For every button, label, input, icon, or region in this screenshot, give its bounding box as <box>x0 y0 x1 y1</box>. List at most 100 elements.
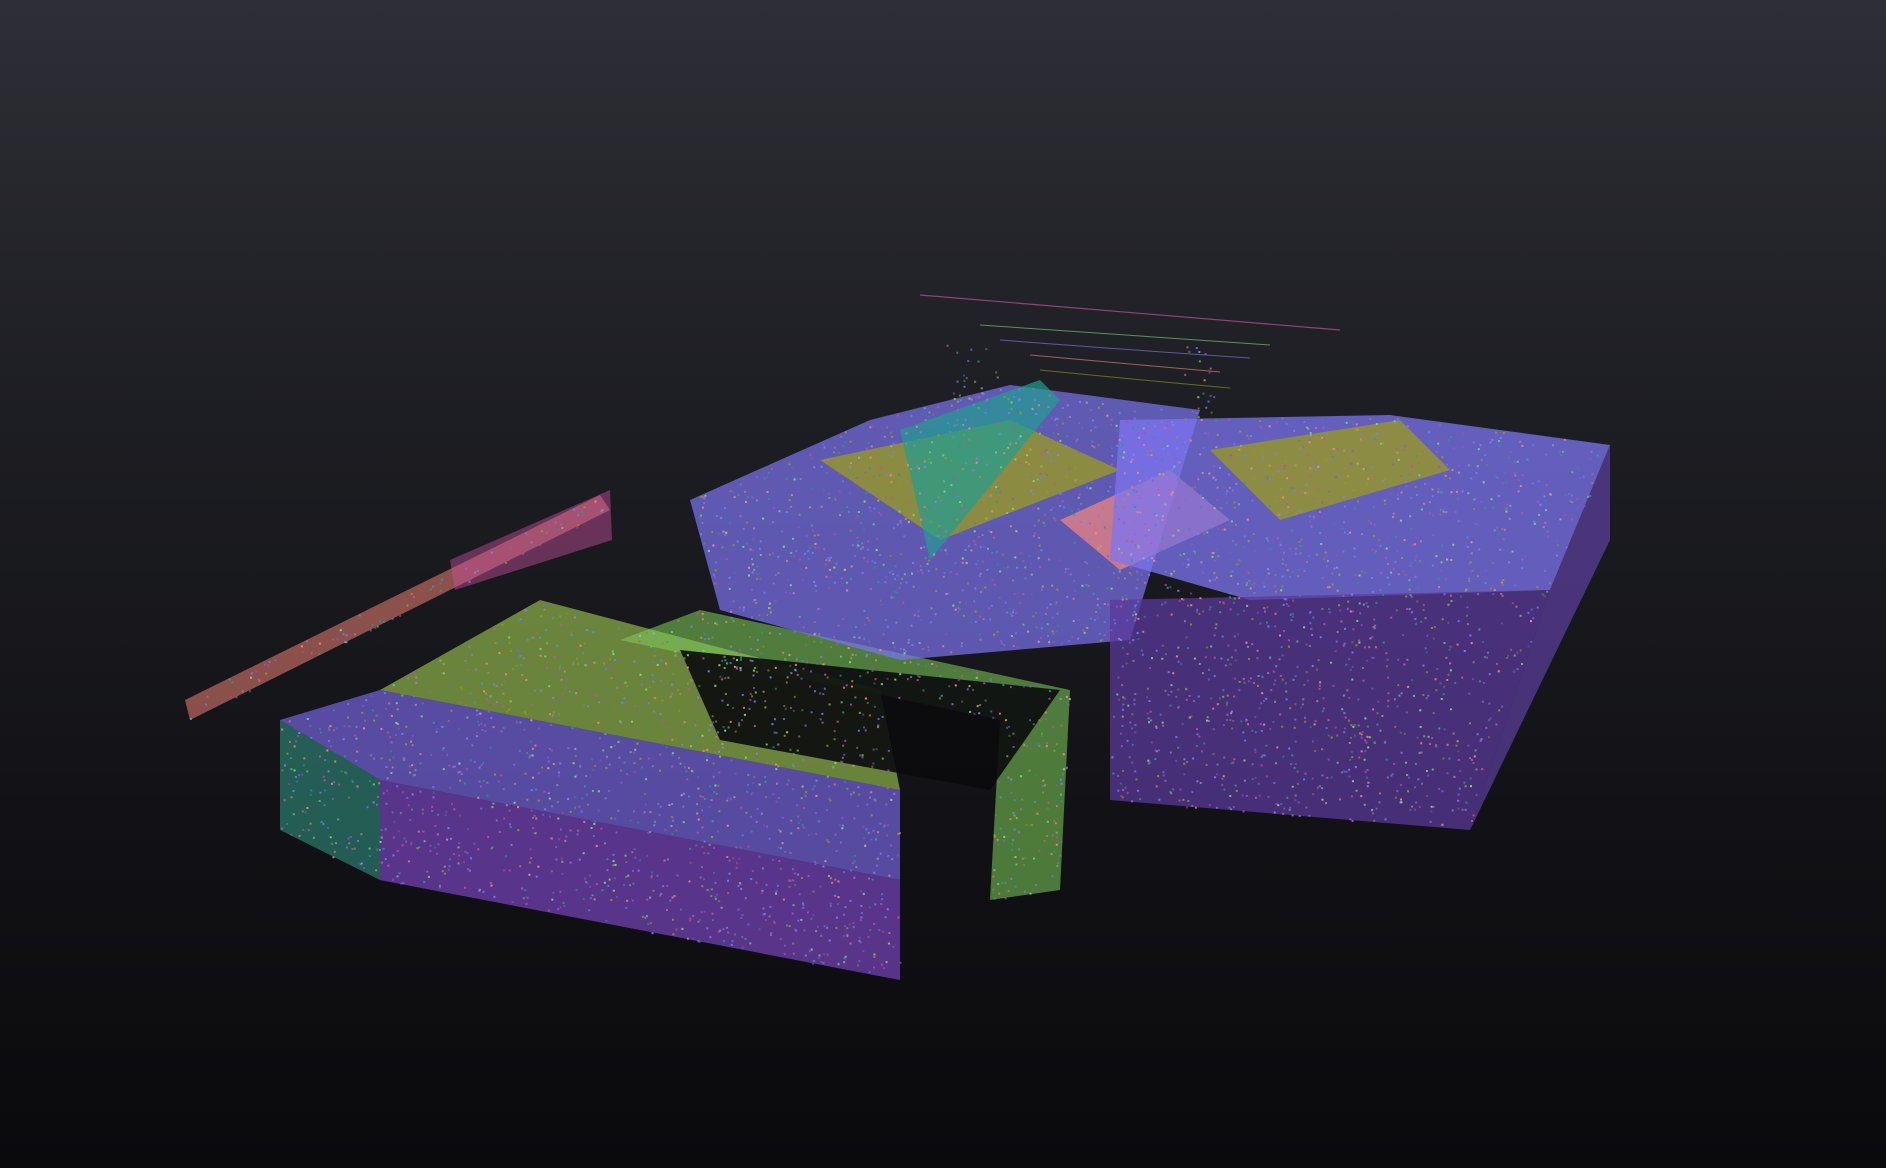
cloud-point <box>1357 724 1360 727</box>
cloud-point <box>1213 507 1216 510</box>
cloud-point <box>1509 504 1512 507</box>
cloud-point <box>919 565 922 568</box>
cloud-point <box>701 795 704 798</box>
cloud-point <box>595 883 598 886</box>
cloud-point <box>1365 482 1368 485</box>
cloud-point <box>1210 411 1213 414</box>
cloud-point <box>833 581 836 584</box>
cloud-point <box>574 747 577 750</box>
cloud-point <box>813 633 816 636</box>
cloud-point <box>429 844 432 847</box>
cloud-point <box>1006 755 1009 758</box>
cloud-point <box>547 760 550 763</box>
cloud-point <box>558 713 560 715</box>
cloud-point <box>1309 610 1312 613</box>
cloud-point <box>1013 395 1016 398</box>
cloud-point <box>293 745 296 748</box>
cloud-point <box>1116 428 1118 431</box>
cloud-point <box>1350 462 1353 465</box>
cloud-point <box>1012 732 1015 735</box>
cloud-point <box>784 658 787 661</box>
cloud-point <box>1229 592 1232 595</box>
cloud-point <box>774 718 776 721</box>
cloud-point <box>1416 494 1419 496</box>
cloud-point <box>1048 394 1051 397</box>
cloud-point <box>974 587 977 590</box>
cloud-point <box>419 762 422 765</box>
cloud-point <box>651 932 654 935</box>
cloud-point <box>629 819 632 822</box>
cloud-point <box>1175 499 1177 502</box>
cloud-point <box>1285 564 1287 567</box>
cloud-point <box>668 726 671 729</box>
cloud-point <box>505 710 508 713</box>
cloud-point <box>330 842 333 845</box>
cloud-point <box>1170 684 1173 687</box>
cloud-point <box>1323 557 1326 560</box>
cloud-point <box>916 570 919 573</box>
cloud-point <box>930 461 932 464</box>
cloud-point <box>1311 777 1314 780</box>
3d-viewport[interactable] <box>0 0 1886 1168</box>
cloud-point <box>836 643 839 646</box>
cloud-point <box>1161 644 1164 647</box>
cloud-point <box>1257 782 1260 785</box>
cloud-point <box>1002 684 1005 687</box>
cloud-point <box>524 713 527 715</box>
cloud-point <box>1342 644 1345 647</box>
cloud-point <box>726 649 729 652</box>
cloud-point <box>1122 444 1124 447</box>
cloud-point <box>468 869 471 872</box>
cloud-point <box>1158 478 1161 481</box>
cloud-point <box>528 756 531 759</box>
cloud-point <box>1549 582 1552 585</box>
cloud-point <box>753 775 756 778</box>
cloud-point <box>682 821 685 824</box>
cloud-point <box>982 499 985 502</box>
cloud-point <box>786 783 789 786</box>
cloud-point <box>810 670 813 673</box>
cloud-point <box>231 681 234 684</box>
cloud-point <box>1201 497 1204 499</box>
cloud-point <box>1219 601 1222 604</box>
cloud-point <box>1043 839 1046 842</box>
cloud-point <box>973 530 976 533</box>
cloud-point <box>806 661 808 664</box>
cloud-point <box>1274 625 1277 628</box>
cloud-point <box>1146 696 1148 699</box>
cloud-point <box>1428 512 1431 515</box>
cloud-point <box>505 561 508 564</box>
cloud-point <box>899 647 902 650</box>
cloud-point <box>990 604 993 607</box>
cloud-point <box>815 832 818 835</box>
cloud-point <box>711 530 714 533</box>
cloud-point <box>1039 406 1042 409</box>
cloud-point <box>1448 757 1451 760</box>
cloud-point <box>1366 605 1369 608</box>
cloud-point <box>1053 850 1056 853</box>
cloud-point <box>851 862 854 865</box>
cloud-point <box>1444 474 1447 477</box>
cloud-point <box>979 704 982 707</box>
cloud-point <box>976 559 979 562</box>
cloud-point <box>829 568 831 571</box>
cloud-point <box>1519 440 1522 443</box>
cloud-point <box>861 572 864 574</box>
cloud-point <box>992 716 995 719</box>
cloud-point <box>1025 461 1028 464</box>
cloud-point <box>382 792 385 795</box>
cloud-point <box>1077 496 1080 499</box>
cloud-point <box>1319 636 1322 639</box>
cloud-point <box>706 748 709 751</box>
cloud-point <box>861 756 864 759</box>
cloud-point <box>1290 619 1293 622</box>
cloud-point <box>1185 566 1188 569</box>
cloud-point <box>1294 799 1297 802</box>
cloud-point <box>965 377 968 379</box>
cloud-point <box>735 667 738 670</box>
cloud-point <box>480 807 483 810</box>
cloud-point <box>1221 635 1224 638</box>
cloud-point <box>1350 751 1353 754</box>
cloud-point <box>1164 583 1167 586</box>
cloud-point <box>409 818 412 821</box>
